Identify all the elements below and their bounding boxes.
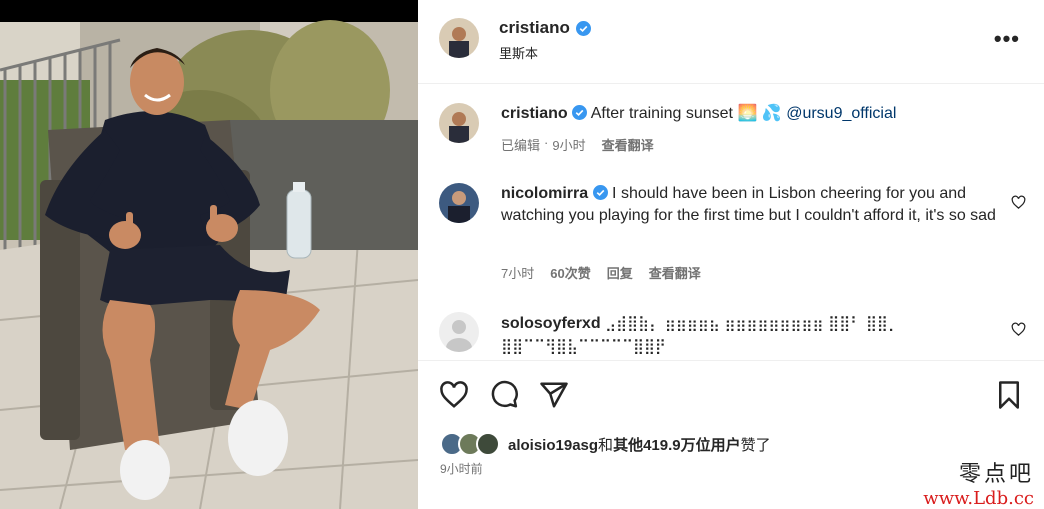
author-avatar[interactable]: [439, 18, 479, 58]
post-photo-illustration: [0, 0, 418, 509]
comment-item: solosoyferxd ⣠⣾⣿⣷⡄ ⣶⣶⣶⣶⣦ ⣶⣶⣶⣶⣶⣶⣶⣶⣶ ⣿⣿⠃ ⣿…: [418, 312, 1044, 360]
heart-icon[interactable]: [1011, 322, 1026, 337]
liker-avatar: [476, 432, 500, 456]
post-header: cristiano 里斯本 •••: [418, 0, 1044, 84]
caption-username[interactable]: cristiano: [501, 105, 568, 122]
comment-item: nicolomirra I should have been in Lisbon…: [418, 183, 1044, 281]
comment-text: nicolomirra I should have been in Lisbon…: [501, 183, 1001, 227]
caption-translate-link[interactable]: 查看翻译: [602, 135, 654, 154]
likes-summary: aloisio19asg和其他419.9万位用户赞了: [440, 432, 771, 456]
bookmark-icon[interactable]: [994, 380, 1024, 410]
caption-edited: 已编辑: [501, 138, 541, 153]
verified-badge-icon: [575, 20, 591, 36]
comment-icon[interactable]: [489, 380, 519, 410]
comment-reply[interactable]: 回复: [607, 263, 633, 282]
heart-icon[interactable]: [439, 380, 469, 410]
post-location[interactable]: 里斯本: [499, 43, 538, 62]
liker-username[interactable]: aloisio19asg: [508, 437, 598, 454]
author-username-row: cristiano: [499, 18, 591, 38]
comment-likes[interactable]: 60次赞: [550, 263, 590, 282]
divider: [418, 360, 1044, 361]
commenter-avatar[interactable]: [439, 183, 479, 223]
comment-translate-link[interactable]: 查看翻译: [649, 263, 701, 282]
post-sidebar: cristiano 里斯本 ••• cristiano After traini…: [418, 0, 1044, 509]
watermark-top: 零点吧: [958, 462, 1034, 487]
liker-avatars[interactable]: [440, 432, 500, 456]
comment-meta: 7小时 60次赞 回复 查看翻译: [501, 263, 701, 282]
caption-time[interactable]: 9小时: [552, 135, 585, 154]
action-bar: [418, 378, 1044, 412]
caption-dot: ·: [544, 135, 549, 150]
comment-username[interactable]: nicolomirra: [501, 185, 588, 202]
watermark-bottom: www.Ldb.cc: [923, 488, 1034, 509]
verified-badge-icon: [572, 105, 588, 120]
caption-emoji: 🌅 💦: [737, 105, 782, 122]
caption-message: After training sunset: [590, 105, 733, 122]
caption: cristiano After training sunset 🌅 💦 @urs…: [418, 103, 1044, 163]
verified-badge-icon: [592, 185, 608, 200]
comment-username[interactable]: solosoyferxd: [501, 315, 601, 332]
caption-meta: 已编辑 · 9小时 查看翻译: [501, 135, 654, 154]
heart-icon[interactable]: [1011, 195, 1026, 210]
comment-time[interactable]: 7小时: [501, 263, 534, 282]
more-options-icon[interactable]: •••: [994, 26, 1020, 52]
caption-mention[interactable]: @ursu9_official: [786, 105, 896, 122]
post-time[interactable]: 9小时前: [440, 460, 483, 477]
caption-text: cristiano After training sunset 🌅 💦 @urs…: [501, 103, 1001, 125]
likes-text: aloisio19asg和其他419.9万位用户赞了: [508, 434, 771, 455]
comment-text: solosoyferxd ⣠⣾⣿⣷⡄ ⣶⣶⣶⣶⣦ ⣶⣶⣶⣶⣶⣶⣶⣶⣶ ⣿⣿⠃ ⣿…: [501, 312, 921, 358]
likes-others[interactable]: 其他419.9万位用户: [613, 437, 741, 454]
commenter-avatar[interactable]: [439, 312, 479, 352]
post-photo[interactable]: [0, 0, 418, 509]
caption-avatar[interactable]: [439, 103, 479, 143]
author-username[interactable]: cristiano: [499, 18, 570, 38]
likes-suffix: 赞了: [740, 436, 771, 454]
watermark: 零点吧 www.Ldb.cc: [923, 456, 1034, 509]
share-icon[interactable]: [539, 380, 569, 410]
likes-connector: 和: [598, 436, 614, 454]
